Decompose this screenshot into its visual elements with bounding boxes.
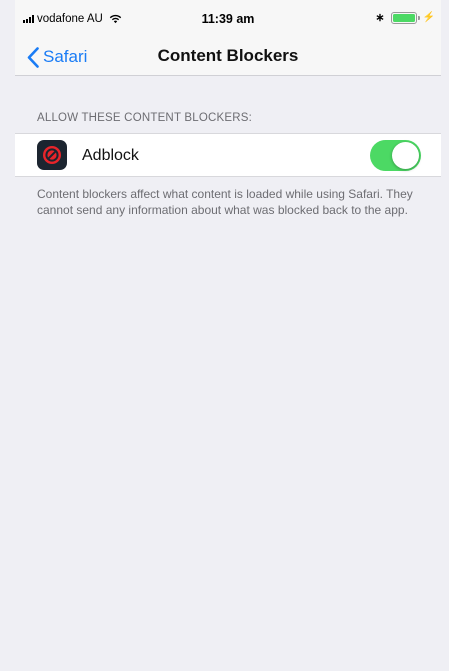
battery-tip (417, 15, 420, 20)
list-item-adblock: Adblock (15, 133, 441, 177)
list-item-label: Adblock (82, 147, 139, 164)
status-right: ∗ ⚡ (375, 11, 435, 24)
adblock-icon (37, 140, 67, 170)
navigation-bar: Safari Content Blockers (15, 38, 441, 76)
bluetooth-icon: ∗ (375, 12, 385, 24)
section-header: ALLOW THESE CONTENT BLOCKERS: (37, 112, 252, 124)
status-bar: vodafone AU 11:39 am ∗ ⚡ (15, 0, 441, 38)
section-footer: Content blockers affect what content is … (37, 187, 413, 217)
battery-icon (390, 11, 420, 24)
adblock-toggle[interactable] (370, 140, 421, 171)
settings-screen: vodafone AU 11:39 am ∗ ⚡ Safari Content … (15, 0, 441, 671)
page-title: Content Blockers (157, 46, 299, 65)
charging-icon: ⚡ (422, 12, 435, 23)
battery-fill (392, 13, 415, 22)
toggle-knob (392, 142, 419, 169)
block-symbol-icon (43, 146, 61, 164)
